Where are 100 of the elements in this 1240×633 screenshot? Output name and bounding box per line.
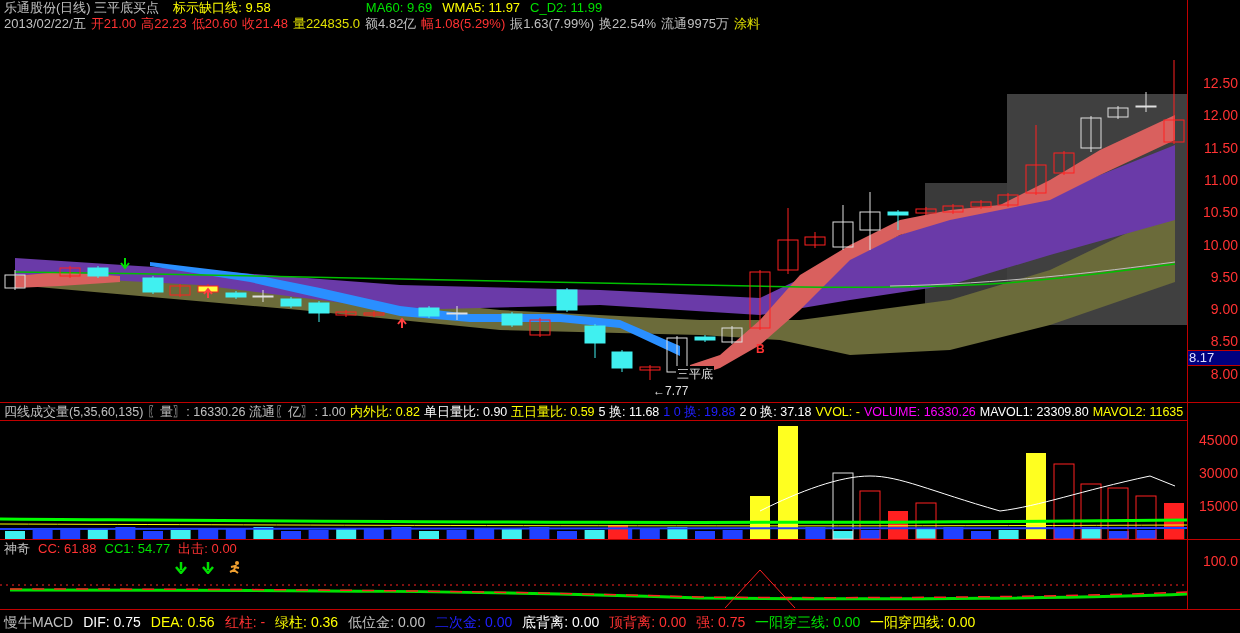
indicator-text: 高22.23 <box>141 16 187 32</box>
up-arrow-icon <box>203 287 213 299</box>
axis-label: 11.50 <box>1204 140 1238 155</box>
candlestick <box>859 191 881 251</box>
axis-label: 11.00 <box>1204 172 1238 187</box>
down-arrow-icon <box>175 561 187 574</box>
candlestick <box>1080 115 1102 153</box>
indicator-text: 一阳穿三线: 0.00 <box>755 613 861 630</box>
indicator-text: 〖量〗: 16330.26 <box>147 403 246 420</box>
candlestick <box>887 209 909 231</box>
axis-label: 8.50 <box>1210 334 1238 349</box>
candlestick <box>335 309 357 318</box>
pattern-label: 三平底 <box>676 366 714 382</box>
indicator-text: DEA: 0.56 <box>150 613 215 630</box>
indicator-text: 标示缺口线: 9.58 <box>173 0 271 16</box>
indicator-text: C_D2: 11.99 <box>530 0 603 16</box>
candlestick <box>611 349 633 373</box>
down-arrow-icon <box>202 561 214 574</box>
indicator-text: 五日量比: 0.59 <box>511 403 595 420</box>
candlestick <box>749 269 771 331</box>
indicator-text: 幅1.08(5.29%) <box>421 16 506 32</box>
indicator-text: 出击: 0.00 <box>178 541 237 557</box>
indicator-text: 5 换: 11.68 <box>598 403 660 420</box>
indicator-text: 1 0 换: 19.88 <box>663 403 736 420</box>
candlestick <box>1135 91 1157 113</box>
candlestick <box>639 364 661 381</box>
candlestick <box>225 290 247 300</box>
axis-label: 12.50 <box>1202 76 1238 90</box>
indicator-text: 强: 0.75 <box>696 613 746 630</box>
indicator-text: 额4.82亿 <box>365 16 417 32</box>
indicator-text: DIF: 0.75 <box>83 613 141 630</box>
buy-signal-label: B <box>756 341 765 357</box>
candlestick <box>1107 105 1129 120</box>
axis-label: 30000 <box>1199 466 1238 480</box>
indicator-text: 慢牛MACD <box>4 613 74 630</box>
candlestick <box>1025 124 1047 196</box>
axis-label: 8.00 <box>1210 366 1238 381</box>
down-arrow-icon <box>120 257 130 270</box>
candlestick <box>997 192 1019 208</box>
indicator-text: 底背离: 0.00 <box>522 613 600 630</box>
candlestick <box>87 265 109 279</box>
indicator-text: VVOL: - <box>815 403 860 420</box>
candlestick <box>197 283 219 295</box>
candlestick <box>721 325 743 345</box>
candlestick <box>915 206 937 216</box>
candlestick <box>308 300 330 323</box>
indicator-text: CC1: 54.77 <box>104 541 171 557</box>
indicator-text: 2 0 换: 37.18 <box>739 403 812 420</box>
axis-label: 15000 <box>1199 499 1238 513</box>
candlestick <box>252 289 274 303</box>
indicator-text: 低20.60 <box>191 16 238 32</box>
candlestick <box>169 283 191 298</box>
indicator-text: 顶背离: 0.00 <box>609 613 687 630</box>
indicator-text: 四线成交量(5,35,60,135) <box>4 403 144 420</box>
axis-label: 10.00 <box>1202 237 1238 252</box>
candlestick <box>777 207 799 275</box>
indicator-text: 流通9975万 <box>661 16 730 32</box>
indicator-text: MAVOL1: 23309.80 <box>979 403 1089 420</box>
indicator-text: MA60: 9.69 <box>365 0 433 16</box>
candlestick <box>1053 150 1075 176</box>
indicator-text: 红柱: - <box>224 613 266 630</box>
indicator-text: 乐通股份(日线) 三平底买点 <box>4 0 160 16</box>
candlestick <box>501 311 523 328</box>
candlestick <box>832 204 854 251</box>
current-price-label: 8.17 <box>1188 350 1240 366</box>
indicator-text: 开21.00 <box>90 16 137 32</box>
axis-label: 12.00 <box>1202 108 1238 123</box>
candlestick <box>584 323 606 359</box>
candlestick <box>4 269 26 291</box>
axis-label: 9.50 <box>1210 269 1238 284</box>
indicator-text: 2013/02/22/五 <box>4 16 86 32</box>
candlestick <box>942 203 964 215</box>
indicator-text: VOLUME: 16330.26 <box>863 403 976 420</box>
candlestick <box>280 296 302 309</box>
indicator-text: 二次金: 0.00 <box>435 613 513 630</box>
indicator-text: 换22.54% <box>599 16 657 32</box>
axis-label: 45000 <box>1199 433 1238 447</box>
candlestick <box>804 231 826 249</box>
candlestick <box>446 305 468 321</box>
indicator-text: 单日量比: 0.90 <box>424 403 508 420</box>
indicator-text: 涂料 <box>734 16 761 32</box>
axis-label: 10.50 <box>1202 205 1238 220</box>
indicator-text: 内外比: 0.82 <box>349 403 420 420</box>
indicator-text: MAVOL2: 11635 <box>1092 403 1184 420</box>
candlestick <box>59 265 81 279</box>
candlestick <box>363 310 385 318</box>
indicator-text: 神奇 <box>4 541 30 557</box>
axis-label: 9.00 <box>1210 302 1238 317</box>
indicator-text: 低位金: 0.00 <box>348 613 426 630</box>
indicator-text: 振1.63(7.99%) <box>510 16 595 32</box>
candlestick <box>556 287 578 313</box>
candlestick <box>529 317 551 338</box>
indicator-text: 流通〖亿〗: 1.00 <box>249 403 346 420</box>
up-arrow-icon <box>397 317 407 329</box>
indicator-text: CC: 61.88 <box>38 541 97 557</box>
candlestick <box>694 334 716 343</box>
candlestick <box>970 199 992 210</box>
indicator-text: 一阳穿四线: 0.00 <box>870 613 976 630</box>
indicator-text: 量224835.0 <box>292 16 361 32</box>
axis-label: 100.0 <box>1202 554 1238 568</box>
